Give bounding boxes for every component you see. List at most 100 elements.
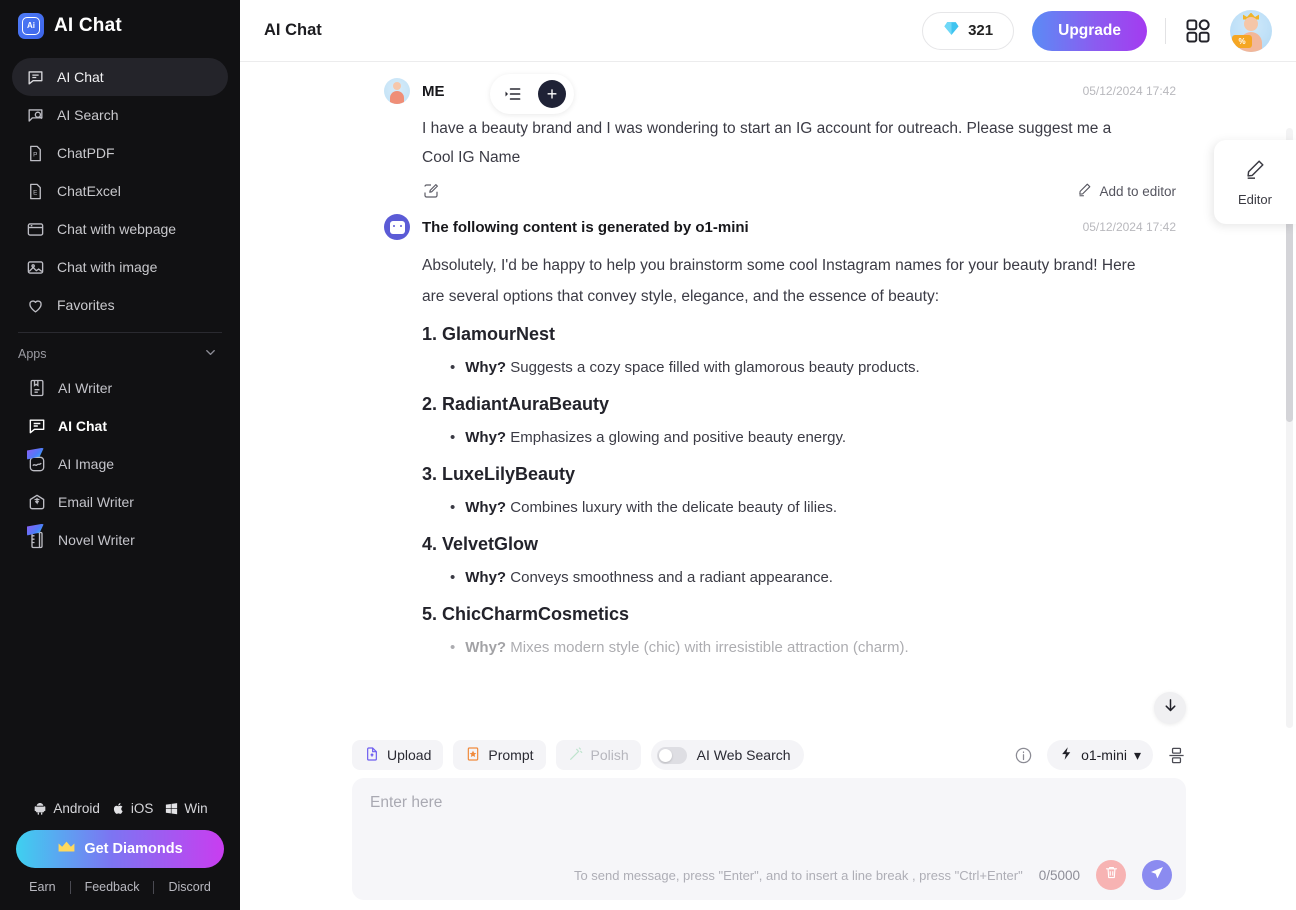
why-label: Why? [465,429,507,446]
why-label: Why? [465,569,507,586]
ai-item-bullet: • Why? Conveys smoothness and a radiant … [450,564,1176,592]
pencil-icon [1077,182,1092,200]
sidebar-item-chat-with-webpage[interactable]: Chat with webpage [12,210,228,248]
sidebar-item-ai-search[interactable]: AI Search [12,96,228,134]
app-item-ai-writer[interactable]: AI Writer [12,369,228,407]
upgrade-button[interactable]: Upgrade [1032,10,1147,51]
browser-window-icon [26,220,45,239]
pencil-icon [1244,158,1266,185]
chevron-down-icon[interactable] [203,345,218,363]
composer: Upload Prompt Polish AI Web Search o1-mi… [240,732,1296,910]
scroll-to-bottom-button[interactable] [1154,692,1186,724]
editor-dock-label: Editor [1238,191,1272,207]
info-icon[interactable] [1014,746,1033,765]
app-item-label: Email Writer [58,494,134,510]
app-item-ai-chat[interactable]: AI Chat [12,407,228,445]
topbar-actions: 321 Upgrade % [922,9,1272,52]
platform-win[interactable]: Win [164,801,208,816]
sidebar-item-label: AI Search [57,107,119,123]
sidebar-item-chat-with-image[interactable]: Chat with image [12,248,228,286]
polish-label: Polish [590,747,629,763]
platform-label: iOS [130,800,154,816]
upload-file-icon [364,746,380,765]
message-header: The following content is generated by o1… [384,212,1176,242]
page-title: AI Chat [264,21,322,39]
sidebar-item-ai-chat[interactable]: AI Chat [12,58,228,96]
send-button[interactable] [1142,860,1172,890]
bullet-dot: • [450,639,456,656]
chat-bubble-icon [26,68,45,87]
footer-link-feedback[interactable]: Feedback [71,880,154,894]
footer-link-earn[interactable]: Earn [15,880,69,894]
message-actions: Add to editor [422,172,1176,204]
chat-toolbar: + [490,74,574,114]
conversation-list-icon[interactable] [498,79,528,109]
sidebar-item-label: Chat with image [57,259,158,275]
ai-item-bullet: • Why? Suggests a cozy space filled with… [450,354,1176,382]
split-view-icon[interactable] [1167,746,1186,765]
apps-section-header[interactable]: Apps [0,333,240,369]
excel-file-icon: E [26,182,45,201]
sidebar-item-favorites[interactable]: Favorites [12,286,228,324]
ai-item-heading: 4. VelvetGlow [422,534,539,554]
credits-badge[interactable]: 321 [922,11,1015,50]
app-item-email-writer[interactable]: Email Writer [12,483,228,521]
clear-button[interactable] [1096,860,1126,890]
apps-section-title: Apps [18,347,47,361]
app-item-label: Novel Writer [58,532,135,548]
platform-android[interactable]: Android [32,800,100,816]
composer-toolbar: Upload Prompt Polish AI Web Search o1-mi… [352,732,1186,778]
get-diamonds-button[interactable]: Get Diamonds [16,830,224,868]
prompt-card-icon [465,746,481,765]
image-icon [26,258,45,277]
sidebar-item-chatpdf[interactable]: P ChatPDF [12,134,228,172]
app-item-novel-writer[interactable]: Novel Writer [12,521,228,559]
why-label: Why? [465,359,507,376]
ai-item-heading: 3. LuxeLilyBeauty [422,464,576,484]
toggle-switch[interactable] [656,746,687,764]
email-icon [26,492,47,513]
bullet-dot: • [450,359,456,376]
search-doc-icon [26,106,45,125]
input-footer: To send message, press "Enter", and to i… [370,860,1172,890]
user-avatar[interactable]: % [1230,9,1272,52]
svg-text:P: P [33,151,37,158]
brand[interactable]: Ai AI Chat [0,0,240,52]
message-body: I have a beauty brand and I was wonderin… [384,106,1176,204]
upload-button[interactable]: Upload [352,740,444,770]
pdf-file-icon: P [26,144,45,163]
notebook-icon [26,523,47,551]
sidebar-item-chatexcel[interactable]: E ChatExcel [12,172,228,210]
model-selector[interactable]: o1-mini ▾ [1047,740,1153,770]
app-item-label: AI Chat [58,418,107,434]
spark-icon [1059,746,1074,764]
arrow-down-icon [1162,697,1179,719]
why-text: Emphasizes a glowing and positive beauty… [510,429,847,446]
message-input-area[interactable]: Enter here To send message, press "Enter… [352,778,1186,900]
get-diamonds-label: Get Diamonds [84,841,183,857]
apps-grid-icon[interactable] [1184,17,1212,45]
edit-square-icon[interactable] [422,182,440,200]
ai-web-search-label: AI Web Search [696,747,791,763]
writer-book-icon [26,378,47,399]
ai-logo-icon: Ai [18,13,44,39]
bullet-dot: • [450,569,456,586]
message-author: The following content is generated by o1… [422,218,749,236]
main-area: AI Chat 321 Upgrade % + ME 05/12/2024 17… [240,0,1296,910]
message-timestamp: 05/12/2024 17:42 [1082,84,1176,98]
ai-web-search-toggle[interactable]: AI Web Search [650,740,804,770]
app-item-ai-image[interactable]: AI Image [12,445,228,483]
sidebar-footer-links: Earn Feedback Discord [0,880,240,910]
primary-nav: AI Chat AI Search P ChatPDF E ChatExcel … [0,52,240,324]
character-counter: 0/5000 [1038,867,1080,883]
sidebar-item-label: Chat with webpage [57,221,177,237]
plus-icon[interactable]: + [538,80,566,108]
why-text: Mixes modern style (chic) with irresisti… [510,639,909,656]
editor-dock-button[interactable]: Editor [1214,140,1296,224]
add-to-editor-button[interactable]: Add to editor [1077,182,1176,200]
assistant-avatar [384,214,410,240]
prompt-button[interactable]: Prompt [453,740,546,770]
platform-ios[interactable]: iOS [111,800,154,816]
polish-button[interactable]: Polish [555,740,641,770]
footer-link-discord[interactable]: Discord [154,880,224,894]
